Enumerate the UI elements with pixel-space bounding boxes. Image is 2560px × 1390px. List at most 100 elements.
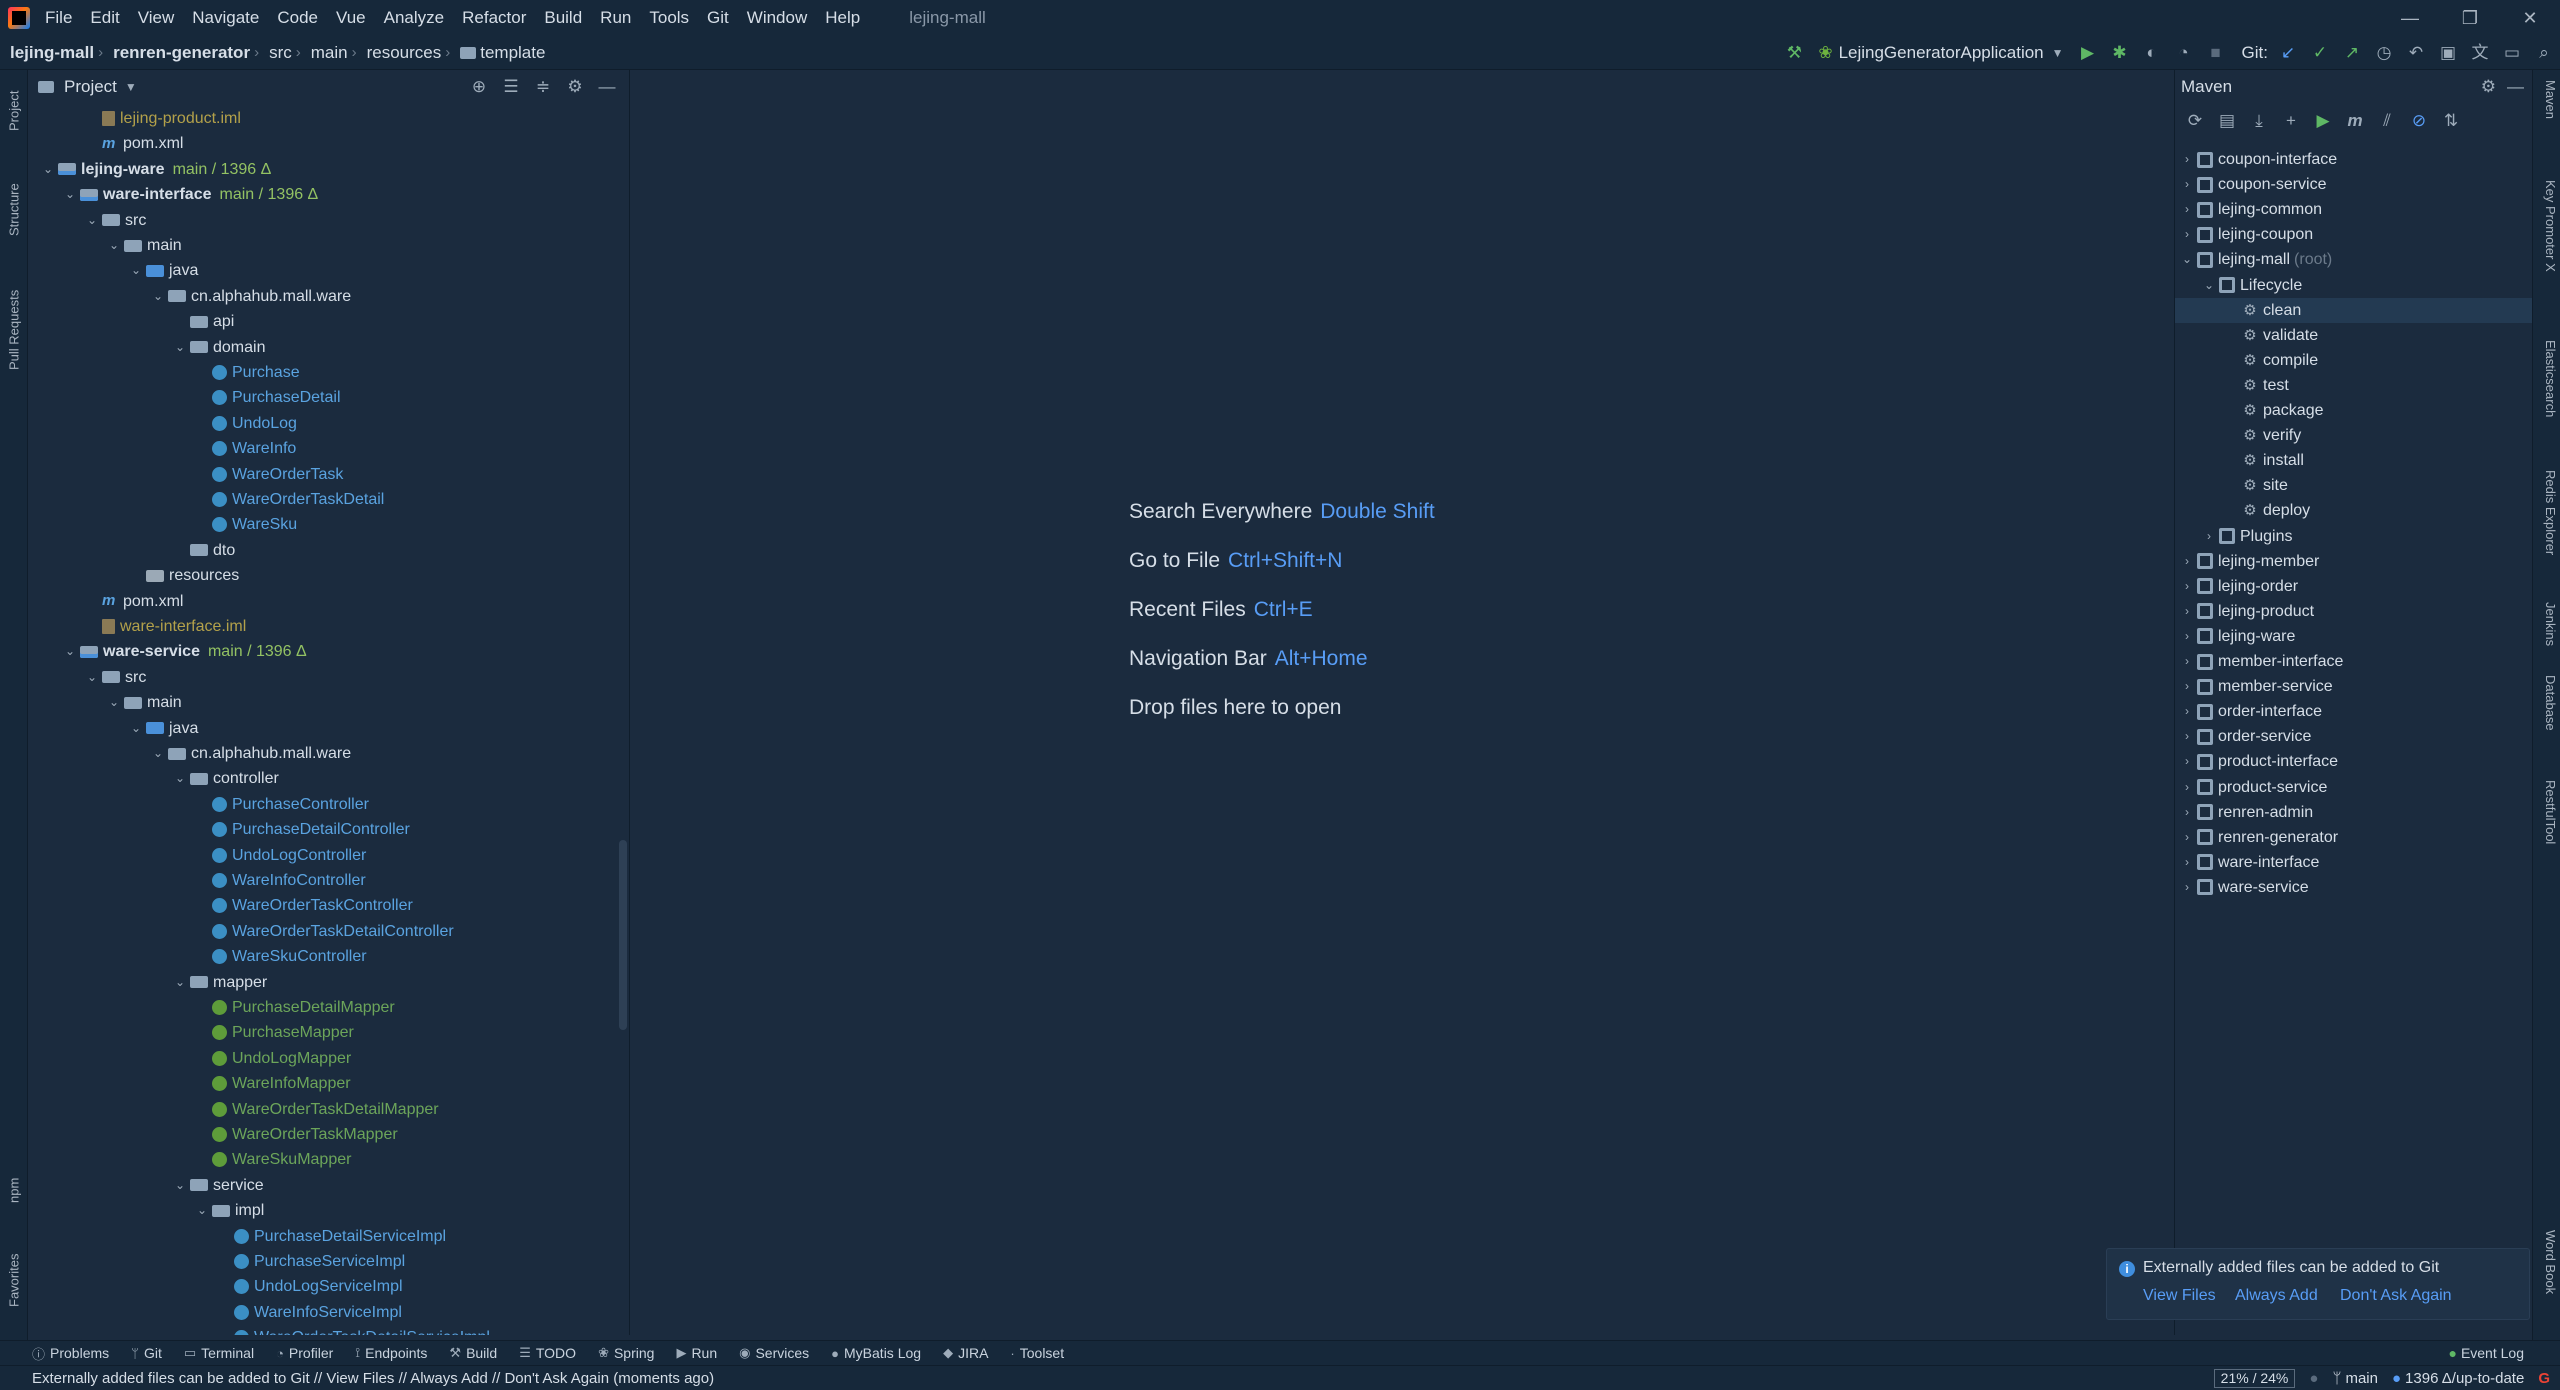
chevron-right-icon[interactable]: › (2177, 674, 2197, 699)
chevron-right-icon[interactable]: › (2177, 574, 2197, 599)
chevron-down-icon[interactable]: ⌄ (60, 639, 80, 664)
tree-node[interactable]: WareOrderTaskDetailServiceImpl (214, 1325, 490, 1335)
tab-project[interactable]: Project (2, 76, 26, 146)
execute-goal-icon[interactable]: m (2339, 111, 2371, 131)
maven-node[interactable]: › lejing-member (2175, 549, 2533, 574)
project-structure-icon[interactable]: ▣ (2432, 36, 2464, 70)
tree-node[interactable]: ⌄ java (126, 258, 198, 283)
rollback-icon[interactable]: ↶ (2400, 36, 2432, 70)
chevron-right-icon[interactable]: › (2177, 649, 2197, 674)
chevron-right-icon[interactable]: › (2177, 749, 2197, 774)
maven-node[interactable]: ⚙ package (2175, 398, 2533, 423)
chevron-down-icon[interactable]: ⌄ (170, 766, 190, 791)
tree-node[interactable]: resources (126, 563, 239, 588)
tree-node[interactable]: PurchaseController (192, 792, 369, 817)
locate-icon[interactable]: ⊕ (463, 70, 495, 104)
tree-node[interactable]: ⌄ impl (192, 1198, 264, 1223)
tree-node[interactable]: WareSkuController (192, 944, 367, 969)
menu-run[interactable]: Run (591, 0, 640, 36)
tab-database[interactable]: Database (2536, 675, 2558, 731)
translate-icon[interactable]: 文 (2464, 36, 2496, 70)
tab-pull-requests[interactable]: Pull Requests (2, 275, 26, 385)
maven-node[interactable]: › order-service (2175, 724, 2533, 749)
tree-node[interactable]: ⌄ main (104, 690, 182, 715)
maven-node[interactable]: › product-interface (2175, 749, 2533, 774)
chevron-down-icon[interactable]: ⌄ (126, 258, 146, 283)
chevron-down-icon[interactable]: ⌄ (104, 690, 124, 715)
maven-node[interactable]: ⌄ lejing-mall (root) (2175, 247, 2533, 272)
tree-node[interactable]: WareOrderTask (192, 462, 343, 487)
tab-redis-explorer[interactable]: Redis Explorer (2536, 470, 2558, 555)
tree-node[interactable]: ⌄ cn.alphahub.mall.ware (148, 741, 351, 766)
maven-node[interactable]: › lejing-coupon (2175, 222, 2533, 247)
presentation-icon[interactable]: ▭ (2496, 36, 2528, 70)
tree-node[interactable]: WareOrderTaskDetail (192, 487, 384, 512)
tool-terminal[interactable]: ▭ Terminal (184, 1345, 254, 1361)
tree-node[interactable]: WareOrderTaskDetailController (192, 919, 454, 944)
tree-node[interactable]: ⌄ mapper (170, 970, 267, 995)
coverage-icon[interactable]: ◐ (2136, 36, 2168, 70)
menu-vue[interactable]: Vue (327, 0, 375, 36)
tool-jira[interactable]: ◆ JIRA (943, 1345, 988, 1361)
maven-node[interactable]: › member-service (2175, 674, 2533, 699)
maven-node[interactable]: › Plugins (2175, 524, 2533, 549)
tab-key-promoter[interactable]: Key Promoter X (2536, 180, 2558, 272)
git-commit-icon[interactable]: ✓ (2304, 36, 2336, 70)
maven-node[interactable]: › order-interface (2175, 699, 2533, 724)
maven-node[interactable]: › lejing-ware (2175, 624, 2533, 649)
tree-node[interactable]: WareInfoServiceImpl (214, 1300, 402, 1325)
menu-navigate[interactable]: Navigate (183, 0, 268, 36)
reload-icon[interactable]: ⟳ (2179, 111, 2211, 131)
tab-jenkins[interactable]: Jenkins (2536, 602, 2558, 646)
tree-node[interactable]: ware-interface.iml (82, 614, 246, 639)
tool-services[interactable]: ◉ Services (739, 1345, 809, 1361)
maven-node[interactable]: › lejing-order (2175, 574, 2533, 599)
chevron-right-icon[interactable]: › (2177, 800, 2197, 825)
chevron-right-icon[interactable]: › (2177, 549, 2197, 574)
maven-node[interactable]: › coupon-interface (2175, 147, 2533, 172)
hide-icon[interactable]: — (2507, 70, 2524, 104)
chevron-down-icon[interactable]: ⌄ (2199, 273, 2219, 298)
maven-node[interactable]: › lejing-common (2175, 197, 2533, 222)
tree-node[interactable]: WareSkuMapper (192, 1147, 351, 1172)
tree-node[interactable]: Purchase (192, 360, 300, 385)
maven-node[interactable]: ⚙ clean (2175, 297, 2533, 323)
chevron-right-icon[interactable]: › (2177, 875, 2197, 900)
tree-node[interactable]: WareInfo (192, 436, 296, 461)
maven-node[interactable]: › product-service (2175, 775, 2533, 800)
dont-ask-again-link[interactable]: Don't Ask Again (2340, 1287, 2452, 1305)
chevron-down-icon[interactable]: ⌄ (170, 970, 190, 995)
status-message[interactable]: Externally added files can be added to G… (32, 1370, 714, 1387)
tree-node[interactable]: ⌄ service (170, 1173, 264, 1198)
tree-node[interactable]: api (170, 309, 234, 334)
maven-node[interactable]: ⚙ test (2175, 373, 2533, 398)
chevron-down-icon[interactable]: ⌄ (38, 157, 58, 182)
menu-tools[interactable]: Tools (640, 0, 698, 36)
tool-build[interactable]: ⚒ Build (449, 1345, 497, 1361)
maven-node[interactable]: ⚙ compile (2175, 348, 2533, 373)
breadcrumb-item[interactable]: src (259, 43, 296, 63)
menu-analyze[interactable]: Analyze (375, 0, 453, 36)
tab-word-book[interactable]: Word Book (2536, 1230, 2558, 1294)
project-view-selector[interactable]: Project (64, 77, 117, 97)
tree-node[interactable]: WareOrderTaskMapper (192, 1122, 398, 1147)
maven-node[interactable]: › ware-interface (2175, 850, 2533, 875)
tool-run[interactable]: ▶ Run (676, 1345, 717, 1361)
tree-node[interactable]: ⌄ main (104, 233, 182, 258)
tree-node[interactable]: ⌄ controller (170, 766, 279, 791)
history-icon[interactable]: ◷ (2368, 36, 2400, 70)
tree-node[interactable]: WareInfoMapper (192, 1071, 351, 1096)
chevron-right-icon[interactable]: › (2177, 624, 2197, 649)
tree-node[interactable]: m pom.xml (82, 589, 183, 614)
tool-mybatis-log[interactable]: ● MyBatis Log (831, 1345, 921, 1361)
tree-node[interactable]: PurchaseDetailMapper (192, 995, 395, 1020)
breadcrumb-item[interactable]: renren-generator (103, 43, 254, 63)
hide-icon[interactable]: — (591, 70, 623, 104)
generate-sources-icon[interactable]: ▤ (2211, 111, 2243, 131)
tool-endpoints[interactable]: ⟟ Endpoints (355, 1345, 427, 1361)
chevron-right-icon[interactable]: › (2177, 850, 2197, 875)
tree-scrollbar[interactable] (619, 840, 627, 1030)
tree-node[interactable]: dto (170, 538, 235, 563)
chevron-right-icon[interactable]: › (2177, 775, 2197, 800)
tree-node[interactable]: ⌄ cn.alphahub.mall.ware (148, 284, 351, 309)
